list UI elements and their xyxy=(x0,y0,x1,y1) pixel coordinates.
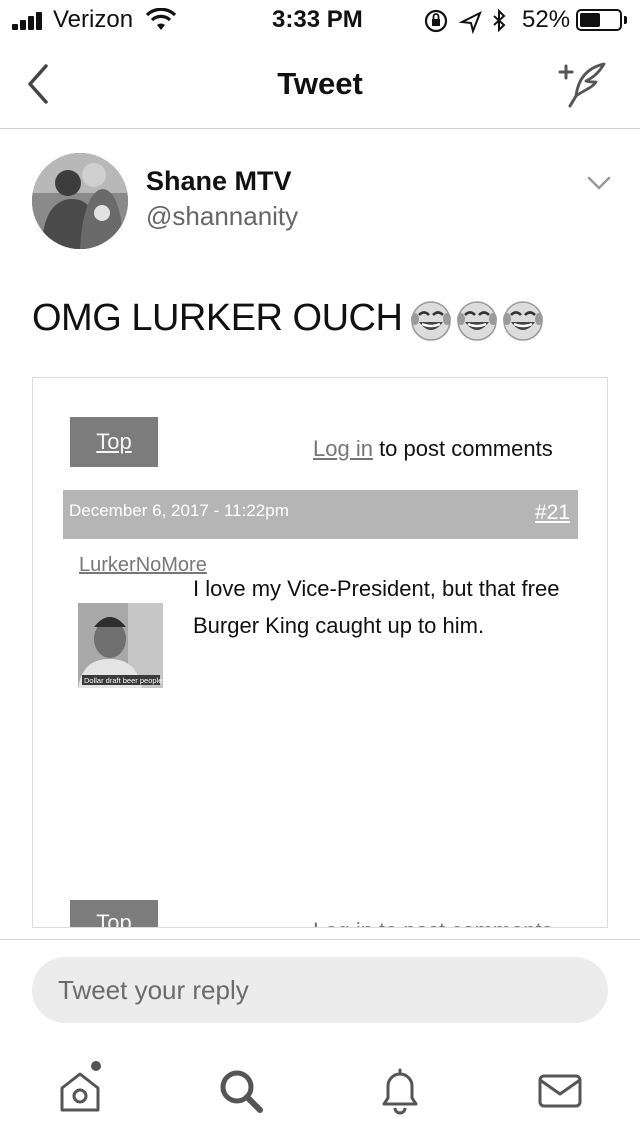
commenter-thumbnail: Dollar draft beer people xyxy=(78,603,163,688)
comment-header: December 6, 2017 - 11:22pm #21 xyxy=(63,490,578,539)
status-icons xyxy=(424,8,506,34)
messages-envelope-icon[interactable] xyxy=(530,1060,590,1120)
thumbnail-photo: Dollar draft beer people xyxy=(78,603,163,688)
search-icon[interactable] xyxy=(210,1060,270,1120)
rotation-lock-icon xyxy=(424,9,448,33)
battery-fill xyxy=(580,13,600,27)
battery-tip xyxy=(624,16,627,24)
comment-text: I love my Vice-President, but that free … xyxy=(193,576,560,638)
tears-of-joy-emoji-icon xyxy=(411,300,545,342)
location-arrow-icon xyxy=(458,10,482,34)
tweet-text: OMG LURKER OUCH xyxy=(32,297,403,339)
status-time: 3:33 PM xyxy=(272,6,363,33)
notifications-bell-icon[interactable] xyxy=(370,1060,430,1120)
comment-number: #21 xyxy=(534,501,570,524)
embedded-image[interactable]: Top Log in to post comments December 6, … xyxy=(32,377,608,928)
top-button-2: Top xyxy=(70,900,158,927)
reply-input[interactable] xyxy=(32,957,608,1023)
login-line-2: Log in to post comments xyxy=(313,918,553,927)
chevron-down-icon[interactable] xyxy=(586,173,612,193)
avatar-photo xyxy=(32,153,128,249)
bluetooth-icon xyxy=(493,8,506,33)
reply-bar xyxy=(0,939,640,1039)
nav-bar: Tweet xyxy=(0,40,640,129)
page-title: Tweet xyxy=(277,66,363,101)
login-suffix: to post comments xyxy=(372,436,553,461)
login-line: Log in to post comments xyxy=(313,436,553,462)
signal-strength-icon xyxy=(12,12,48,30)
status-bar: Verizon 3:33 PM 52% xyxy=(0,0,640,40)
thumb-caption: Dollar draft beer people xyxy=(84,676,162,685)
home-icon[interactable] xyxy=(50,1060,110,1120)
login-link: Log in xyxy=(313,436,373,461)
compose-tweet-icon[interactable] xyxy=(556,60,612,110)
battery-percent: 52% xyxy=(522,6,571,33)
author-avatar[interactable] xyxy=(32,153,128,249)
author-name[interactable]: Shane MTV xyxy=(146,166,292,197)
wifi-icon xyxy=(146,8,176,30)
top-button: Top xyxy=(70,417,158,467)
carrier-name: Verizon xyxy=(53,6,134,33)
tab-bar xyxy=(0,1040,640,1136)
battery-icon xyxy=(576,9,622,31)
comment-username: LurkerNoMore xyxy=(79,554,209,577)
comment-date: December 6, 2017 - 11:22pm xyxy=(69,501,289,520)
author-handle[interactable]: @shannanity xyxy=(146,201,298,232)
